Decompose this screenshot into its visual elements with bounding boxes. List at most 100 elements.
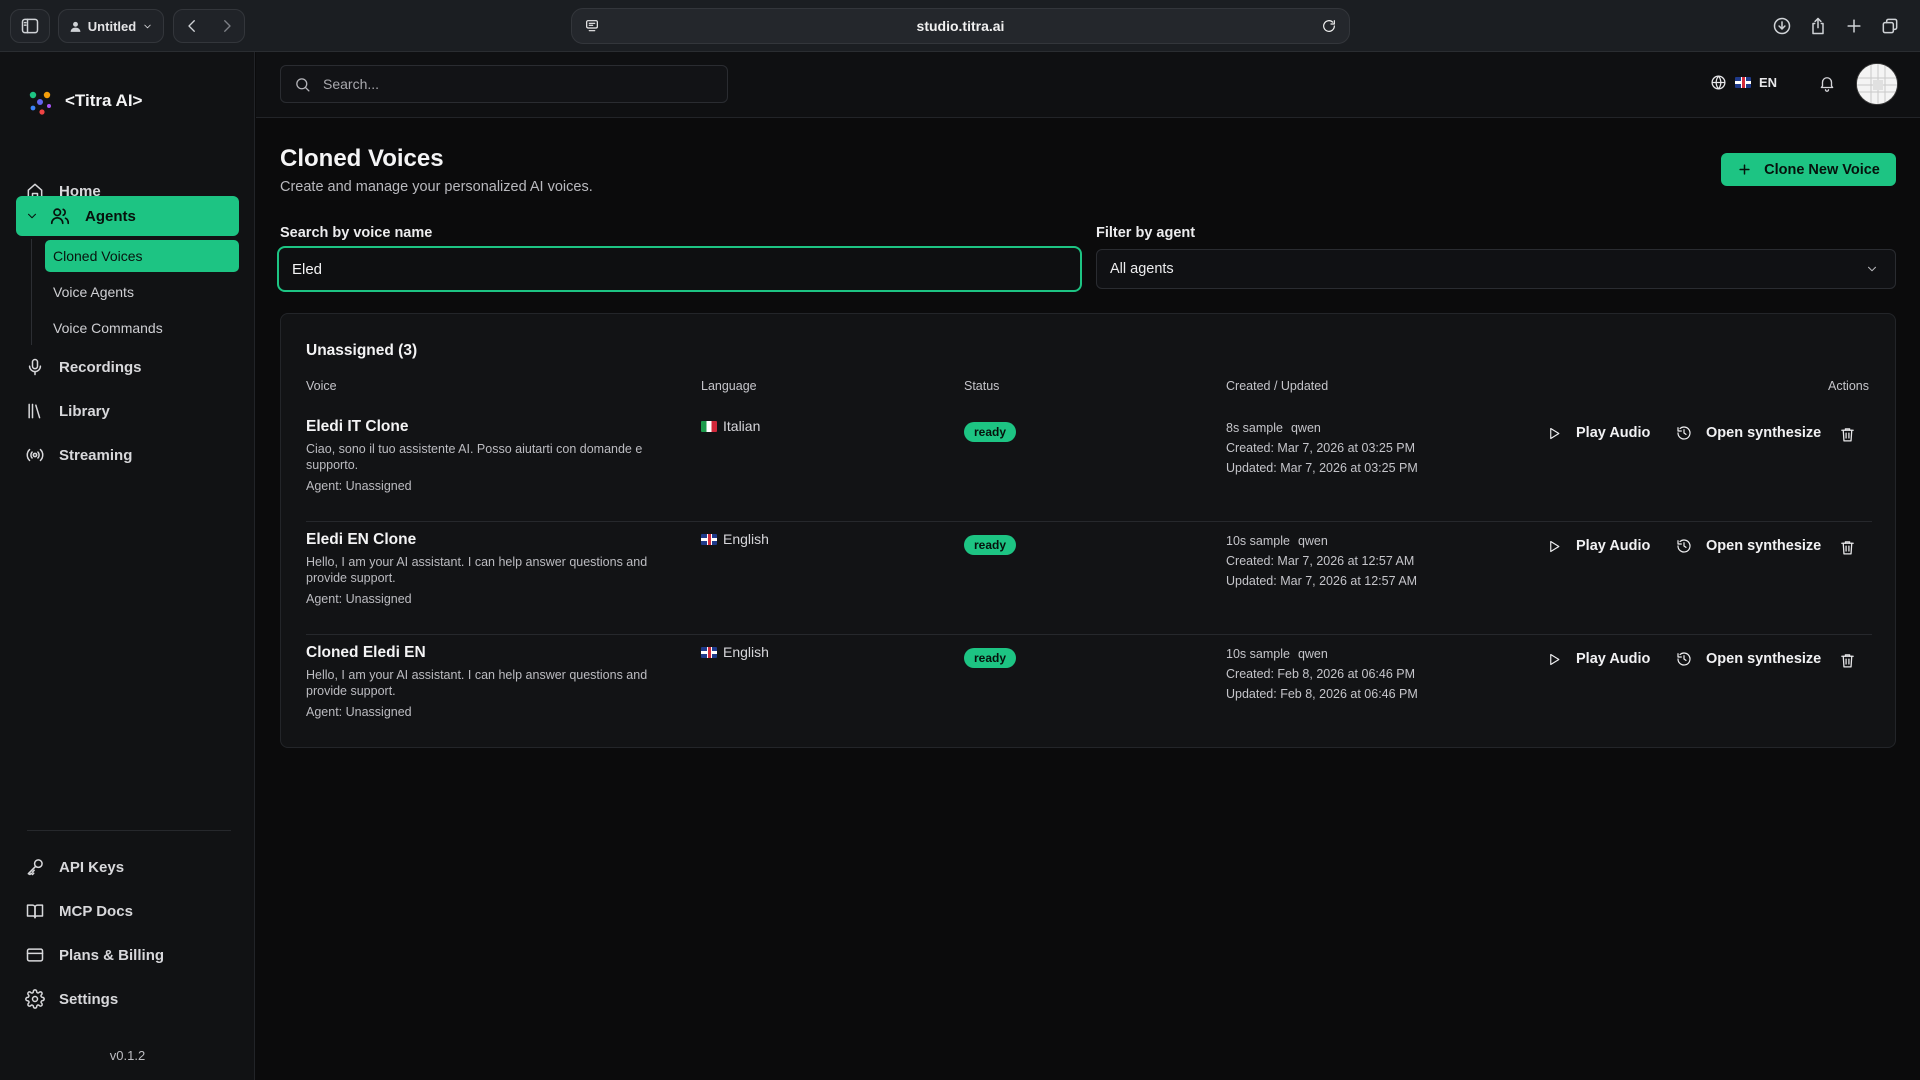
sidebar-subitem-voice-commands[interactable]: Voice Commands [45, 312, 239, 344]
sidebar-item-recordings[interactable]: Recordings [16, 347, 239, 387]
profile-label: Untitled [87, 18, 137, 34]
model-tag: qwen [1297, 534, 1328, 548]
chevron-right-icon [223, 20, 231, 32]
global-search-input[interactable] [323, 76, 703, 92]
sidebar-toggle-icon [21, 18, 39, 34]
column-header-actions: Actions [1828, 379, 1869, 393]
created-date: Created: Mar 7, 2026 at 12:57 AM [1226, 554, 1415, 568]
voice-meta: 10s sample qwen Created: Feb 8, 2026 at 0… [1226, 644, 1418, 704]
forward-button[interactable] [218, 17, 236, 35]
sidebar-item-library[interactable]: Library [16, 391, 239, 431]
updated-date: Updated: Mar 7, 2026 at 03:25 PM [1226, 461, 1418, 475]
search-icon [296, 77, 310, 92]
play-audio-button[interactable]: Play Audio [1547, 651, 1650, 667]
open-synthesize-button[interactable]: Open synthesize [1676, 425, 1821, 441]
globe-icon [1711, 75, 1726, 90]
avatar-pattern-icon [1857, 64, 1897, 104]
voice-language: English [701, 644, 769, 660]
broadcast-icon [26, 448, 44, 462]
delete-voice-button[interactable] [1839, 426, 1856, 443]
uk-flag-icon [701, 646, 717, 658]
sidebar-item-label: Plans & Billing [59, 946, 165, 964]
column-header-voice: Voice [306, 379, 337, 393]
play-icon [1550, 653, 1560, 665]
tabs-icon [1882, 18, 1898, 34]
chevron-down-icon [1867, 266, 1877, 272]
column-header-created: Created / Updated [1226, 379, 1329, 393]
notifications-button[interactable] [1818, 74, 1836, 92]
sidebar-toggle-button[interactable] [10, 9, 50, 43]
sidebar-item-label: Recordings [59, 358, 142, 376]
sidebar-item-plans-billing[interactable]: Plans & Billing [16, 935, 239, 975]
plus-icon [1739, 164, 1750, 175]
history-icon [1677, 652, 1691, 666]
brand[interactable]: <Titra AI> [25, 86, 142, 116]
downloads-button[interactable] [1770, 14, 1794, 38]
delete-voice-button[interactable] [1839, 652, 1856, 669]
sidebar-item-api-keys[interactable]: API Keys [16, 847, 239, 887]
gear-icon [25, 989, 45, 1009]
voices-panel: Unassigned (3) Voice Language Status Cre… [280, 313, 1896, 748]
play-audio-label: Play Audio [1576, 538, 1651, 554]
brand-name: <Titra AI> [65, 91, 143, 110]
updated-date: Updated: Mar 7, 2026 at 12:57 AM [1226, 574, 1418, 588]
person-icon [70, 21, 81, 32]
sidebar-item-streaming[interactable]: Streaming [16, 435, 239, 475]
delete-voice-button[interactable] [1839, 539, 1856, 556]
status-badge: ready [964, 422, 1017, 442]
tab-overview-button[interactable] [1878, 14, 1902, 38]
voice-meta: 8s sample qwen Created: Mar 7, 2026 at 03… [1226, 418, 1418, 478]
sidebar-item-settings[interactable]: Settings [16, 979, 239, 1019]
sample-length: 10s sample [1226, 534, 1290, 548]
chevron-down-icon [144, 24, 151, 28]
reload-icon[interactable] [1321, 18, 1337, 34]
address-bar[interactable]: studio.titra.ai [571, 8, 1350, 44]
back-button[interactable] [183, 17, 201, 35]
open-synthesize-button[interactable]: Open synthesize [1676, 651, 1821, 667]
share-button[interactable] [1806, 14, 1830, 38]
voice-name: Eledi IT Clone [306, 418, 409, 435]
users-icon [50, 208, 70, 225]
voice-search-field [277, 246, 1082, 292]
new-tab-button[interactable] [1842, 14, 1866, 38]
table-row: Eledi EN Clone Hello, I am your AI assis… [306, 522, 1872, 635]
trash-icon [1841, 541, 1854, 555]
sidebar-item-mcp-docs[interactable]: MCP Docs [16, 891, 239, 931]
table-row: Eledi IT Clone Ciao, sono il tuo assiste… [306, 409, 1872, 522]
app-version: v0.1.2 [109, 1048, 146, 1063]
submenu-guide [31, 239, 32, 345]
sidebar: <Titra AI> Home Agents Cloned Voices Voi… [0, 52, 255, 1080]
sidebar-item-label: MCP Docs [59, 902, 133, 920]
open-synthesize-button[interactable]: Open synthesize [1676, 538, 1821, 554]
play-audio-button[interactable]: Play Audio [1547, 425, 1650, 441]
status-badge: ready [964, 648, 1017, 668]
page-title: Cloned Voices [280, 145, 444, 172]
chevron-down-icon [27, 213, 37, 219]
status-badge: ready [964, 535, 1017, 555]
sidebar-item-label: Agents [85, 207, 136, 225]
sidebar-subitem-cloned-voices[interactable]: Cloned Voices [45, 240, 239, 272]
profile-button[interactable]: Untitled [58, 9, 164, 43]
clone-new-voice-button[interactable]: Clone New Voice [1721, 153, 1896, 186]
sidebar-item-label: API Keys [59, 858, 125, 876]
sidebar-divider [27, 830, 231, 831]
play-audio-button[interactable]: Play Audio [1547, 538, 1650, 554]
trash-icon [1841, 428, 1854, 442]
sidebar-item-agents[interactable]: Agents [16, 196, 239, 236]
play-audio-label: Play Audio [1576, 425, 1651, 441]
plus-icon [1847, 19, 1861, 33]
updated-date: Updated: Feb 8, 2026 at 06:46 PM [1226, 687, 1418, 701]
voice-search-input[interactable] [292, 260, 1052, 278]
voice-language: Italian [701, 418, 760, 434]
voice-description: Ciao, sono il tuo assistente AI. Posso a… [306, 442, 643, 472]
user-avatar[interactable] [1856, 63, 1898, 105]
agent-filter-select[interactable]: All agents [1096, 249, 1896, 289]
voice-agent: Agent: Unassigned [306, 479, 412, 493]
page-subtitle: Create and manage your personalized AI v… [280, 179, 593, 195]
agent-filter-value: All agents [1110, 261, 1174, 277]
url-text: studio.titra.ai [916, 18, 1005, 34]
created-date: Created: Mar 7, 2026 at 03:25 PM [1226, 441, 1415, 455]
page-settings-icon [586, 20, 598, 32]
language-selector[interactable]: EN [1710, 74, 1777, 91]
sidebar-subitem-voice-agents[interactable]: Voice Agents [45, 276, 239, 308]
